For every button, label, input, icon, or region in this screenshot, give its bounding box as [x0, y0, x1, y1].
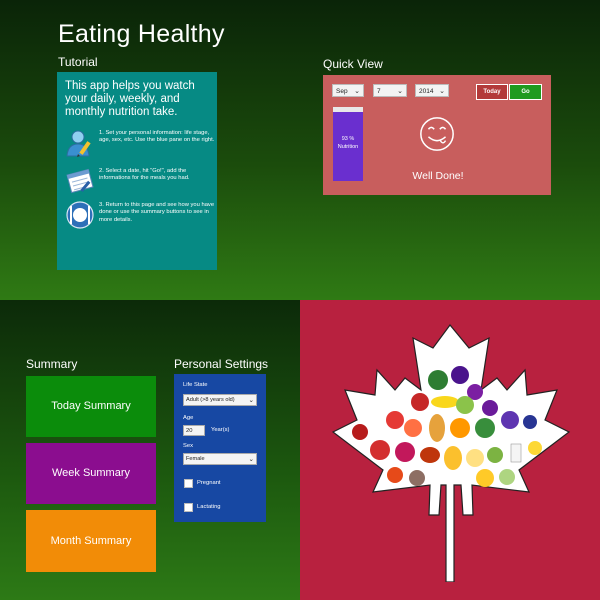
- tutorial-step-2: 2. Select a date, hit "Go!", add the inf…: [65, 166, 215, 200]
- tutorial-step-2-text: 2. Select a date, hit "Go!", add the inf…: [99, 168, 190, 182]
- tutorial-panel: This app helps you watch your daily, wee…: [57, 72, 217, 270]
- lactating-checkbox[interactable]: [184, 503, 193, 512]
- chevron-down-icon: ⌄: [354, 88, 360, 95]
- life-state-label: Life State: [183, 382, 208, 388]
- year-select-value: 2014: [419, 88, 434, 95]
- life-state-value: Adult (>8 years old): [186, 397, 235, 403]
- day-select-value: 7: [377, 88, 381, 95]
- nutrition-readout: 93 % Nutrition: [333, 135, 363, 151]
- app-title: Eating Healthy: [58, 20, 225, 48]
- nutrition-percent: 93 %: [341, 136, 355, 142]
- lactating-label: Lactating: [197, 504, 221, 510]
- pregnant-label: Pregnant: [197, 480, 221, 486]
- chevron-down-icon: ⌄: [439, 88, 445, 95]
- tutorial-step-1: 1. Set your personal information: life s…: [65, 128, 215, 162]
- summary-heading: Summary: [26, 357, 78, 371]
- quick-view-panel: Sep ⌄ 7 ⌄ 2014 ⌄ Today Go 93 % Nutrition…: [323, 75, 551, 195]
- maple-leaf-food-icon: [331, 324, 571, 582]
- today-summary-button[interactable]: Today Summary: [26, 376, 156, 437]
- chevron-down-icon: ⌄: [397, 88, 403, 95]
- status-text: Well Done!: [412, 170, 464, 182]
- sex-value: Female: [186, 456, 205, 462]
- personal-settings-heading: Personal Settings: [174, 357, 269, 371]
- personal-settings-panel: Life State Adult (>8 years old) ⌄ Age 20…: [174, 374, 266, 522]
- sex-select[interactable]: Female ⌄: [183, 453, 257, 465]
- month-select-value: Sep: [336, 88, 348, 95]
- calendar-edit-icon: [66, 168, 94, 194]
- nutrition-bar: 93 % Nutrition: [333, 107, 363, 181]
- year-select[interactable]: 2014 ⌄: [415, 84, 449, 97]
- plate-cutlery-icon: [66, 201, 94, 229]
- tutorial-intro: This app helps you watch your daily, wee…: [65, 80, 195, 118]
- today-button[interactable]: Today: [476, 84, 508, 100]
- nutrition-label: Nutrition: [337, 144, 359, 150]
- life-state-select[interactable]: Adult (>8 years old) ⌄: [183, 394, 257, 406]
- tutorial-heading: Tutorial: [58, 55, 98, 69]
- day-select[interactable]: 7 ⌄: [373, 84, 407, 97]
- chevron-down-icon: ⌄: [248, 397, 254, 404]
- user-edit-icon: [66, 130, 91, 157]
- month-select[interactable]: Sep ⌄: [332, 84, 364, 97]
- tutorial-step-1-text: 1. Set your personal information: life s…: [99, 130, 215, 144]
- age-unit-label: Year(s): [211, 427, 230, 433]
- month-summary-button[interactable]: Month Summary: [26, 510, 156, 572]
- week-summary-button[interactable]: Week Summary: [26, 443, 156, 504]
- quick-view-heading: Quick View: [323, 57, 383, 71]
- smiley-face-icon: [420, 117, 454, 151]
- tutorial-step-3: 3. Return to this page and see how you h…: [65, 200, 215, 234]
- chevron-down-icon: ⌄: [248, 456, 254, 463]
- go-button[interactable]: Go: [509, 84, 542, 100]
- age-label: Age: [183, 415, 194, 421]
- pregnant-checkbox[interactable]: [184, 479, 193, 488]
- tutorial-step-3-text: 3. Return to this page and see how you h…: [99, 202, 215, 223]
- sex-label: Sex: [183, 443, 193, 449]
- age-input[interactable]: 20: [183, 425, 205, 436]
